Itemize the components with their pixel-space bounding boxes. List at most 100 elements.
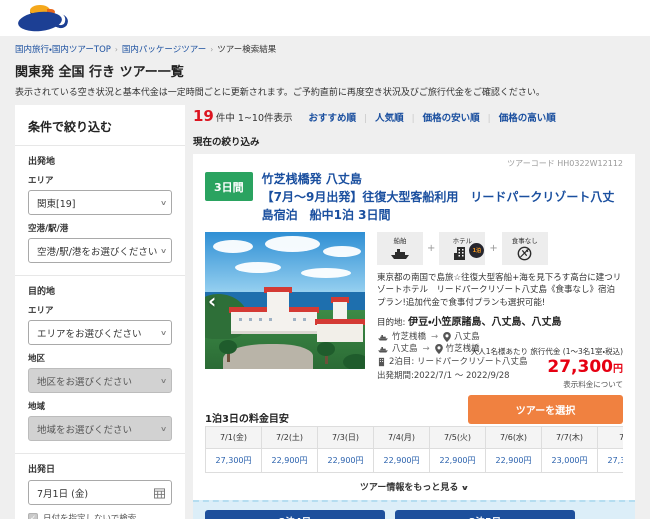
variant-3n5d[interactable]: 3泊5日 ¥36,000 (395, 510, 575, 519)
breadcrumb-separator: › (115, 45, 118, 54)
price-cell[interactable]: 22,900円 (430, 449, 486, 473)
destination-region-select: 地域をお選びください ∨ (28, 416, 172, 441)
departure-area-label: エリア (28, 174, 172, 186)
calendar-icon (154, 487, 165, 498)
photo-hotel-tower (267, 292, 289, 312)
chevron-down-icon: ∨ (160, 247, 167, 255)
ship-label: 船舶 (377, 235, 423, 245)
filter-title: 条件で絞り込む (15, 105, 185, 145)
sort-separator: | (412, 114, 415, 124)
results-count: 19 (193, 107, 214, 125)
destination-region-value: 地域をお選びください (37, 422, 132, 436)
departure-port-label: 空港/駅/港 (28, 222, 172, 234)
price-date-header: 7/3(日) (318, 427, 374, 449)
tour-title-link[interactable]: 竹芝桟橋発 八丈島 【7月〜9月出発】往復大型客船利用 リードパークリゾート八丈… (262, 170, 623, 224)
price-cell[interactable]: 22,900円 (262, 449, 318, 473)
price-table-wrap: 7/1(金) 7/2(土) 7/3(日) 7/4(月) 7/5(火) 7/6(水… (205, 426, 623, 473)
photo-window (303, 318, 306, 321)
arrow-right-icon: → (431, 331, 438, 343)
price-date-header: 7/5(火) (430, 427, 486, 449)
hotel-night-badge: 1泊 (469, 243, 484, 258)
sort-price-desc[interactable]: 価格の高い順 (499, 110, 556, 124)
price-cell[interactable]: 22,900円 (374, 449, 430, 473)
sort-links: おすすめ順 | 人気順 | 価格の安い順 | 価格の高い順 (309, 110, 556, 124)
transport-icons-row: 船舶 + ホテル (377, 232, 623, 265)
hotel-transport-box: ホテル 1泊 (439, 232, 485, 265)
results-main: 19 件中 1~10件表示 おすすめ順 | 人気順 | 価格の安い順 | 価格の… (193, 105, 635, 519)
no-meal-label: 食事なし (502, 235, 548, 245)
no-date-checkbox[interactable]: ✓ (28, 513, 38, 519)
breadcrumb-current: ツアー検索結果 (217, 43, 276, 55)
variant-label: 3泊5日 (395, 510, 575, 519)
filter-sidebar: 条件で絞り込む 出発地 エリア 関東[19] ∨ 空港/駅/港 空港/駅/港をお… (15, 105, 185, 519)
ship-transport-box: 船舶 (377, 232, 423, 265)
no-date-checkbox-row[interactable]: ✓ 日付を指定しないで検索 (28, 512, 172, 519)
sort-separator: | (364, 114, 367, 124)
plus-separator: + (427, 243, 435, 254)
more-tour-info-link[interactable]: ツアー情報をもっと見る∨ (205, 473, 623, 500)
price-table-value-row: 27,300円 22,900円 22,900円 22,900円 22,900円 … (206, 449, 624, 473)
breadcrumb: 国内旅行・国内ツアーTOP › 国内パッケージツアー › ツアー検索結果 (15, 36, 635, 58)
results-bar: 19 件中 1~10件表示 おすすめ順 | 人気順 | 価格の安い順 | 価格の… (193, 105, 635, 125)
page-body: 国内旅行・国内ツアーTOP › 国内パッケージツアー › ツアー検索結果 関東発… (0, 36, 650, 519)
price-date-header: 7/6(水) (486, 427, 542, 449)
price-cell[interactable]: 22,900円 (486, 449, 542, 473)
tour-photo: ‹ (205, 232, 365, 369)
destination-section-label: 目的地 (28, 284, 172, 297)
duration-badge: 3日間 (205, 172, 253, 201)
breadcrumb-link-package-tour[interactable]: 国内パッケージツアー (122, 43, 206, 55)
select-tour-button[interactable]: ツアーを選択 (468, 395, 623, 424)
ship-icon (377, 333, 389, 342)
sort-popular[interactable]: 人気順 (375, 110, 404, 124)
departure-port-value: 空港/駅/港をお選びください (37, 244, 157, 258)
no-date-checkbox-label: 日付を指定しないで検索 (43, 512, 136, 519)
price-cell[interactable]: 23,000円 (542, 449, 598, 473)
photo-window (293, 318, 296, 321)
tour-code-value: HH0322W12112 (557, 159, 623, 168)
tour-title-line2: 【7月〜9月出発】往復大型客船利用 リードパークリゾート八丈島宿泊 船中1泊 3… (262, 190, 615, 222)
destination-area-value: エリアをお選びください (37, 326, 142, 340)
price-cell[interactable]: 27,300円 (598, 449, 624, 473)
location-pin-icon (443, 332, 451, 342)
departure-area-select[interactable]: 関東[19] ∨ (28, 190, 172, 215)
photo-hotel-wing (317, 324, 363, 342)
departure-port-select[interactable]: 空港/駅/港をお選びください ∨ (28, 238, 172, 263)
site-logo[interactable] (14, 4, 72, 32)
leg-from: 竹芝桟橋 (392, 331, 426, 343)
no-meal-icon (516, 246, 533, 261)
carousel-prev-icon[interactable]: ‹ (208, 291, 216, 311)
destination-district-label: 地区 (28, 352, 172, 364)
price-date-header: 7/7(木) (542, 427, 598, 449)
photo-hotel-building (231, 312, 317, 334)
departure-section-label: 出発地 (28, 154, 172, 167)
destination-value: 伊豆・小笠原諸島、八丈島、八丈島 (408, 317, 561, 328)
tour-title-line1: 竹芝桟橋発 八丈島 (262, 172, 362, 186)
departure-section: 出発地 エリア 関東[19] ∨ 空港/駅/港 空港/駅/港をお選びください ∨ (15, 145, 185, 275)
price-date-header: 7/4(月) (374, 427, 430, 449)
sort-recommended[interactable]: おすすめ順 (309, 110, 357, 124)
chevron-down-icon: ∨ (160, 199, 167, 207)
destination-area-select[interactable]: エリアをお選びください ∨ (28, 320, 172, 345)
photo-cloud (265, 236, 320, 252)
price-amount: 27,300 (547, 357, 613, 377)
price-note: 大人1名様あたり 旅行代金 (1〜3名1室・税込) (373, 346, 623, 357)
price-info-link[interactable]: 表示料金について (373, 379, 623, 390)
variant-2n4d[interactable]: 2泊4日 ¥30,700 (205, 510, 385, 519)
price-cell[interactable]: 22,900円 (318, 449, 374, 473)
photo-palm (343, 354, 365, 369)
price-cell[interactable]: 27,300円 (206, 449, 262, 473)
photo-palm (317, 342, 335, 356)
photo-cloud (235, 262, 281, 273)
photo-window (249, 318, 252, 321)
plus-separator: + (489, 243, 497, 254)
sort-separator: | (488, 114, 491, 124)
breadcrumb-separator: › (210, 45, 213, 54)
breadcrumb-link-domestic-top[interactable]: 国内旅行・国内ツアーTOP (15, 43, 111, 55)
more-tour-info-label: ツアー情報をもっと見る (360, 483, 458, 493)
price-table: 7/1(金) 7/2(土) 7/3(日) 7/4(月) 7/5(火) 7/6(水… (205, 426, 623, 473)
sort-price-asc[interactable]: 価格の安い順 (423, 110, 480, 124)
departure-date-input[interactable]: 7月1日 (金) (28, 480, 172, 505)
destination-line: 目的地: 伊豆・小笠原諸島、八丈島、八丈島 (377, 313, 623, 328)
variant-label: 2泊4日 (205, 510, 385, 519)
page-title: 関東発 全国 行き ツアー一覧 (15, 61, 635, 80)
